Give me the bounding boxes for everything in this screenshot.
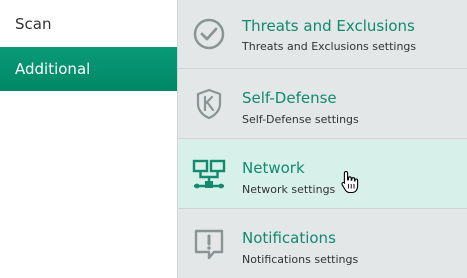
settings-item-notifications[interactable]: Notifications Notifications settings: [178, 210, 467, 278]
settings-item-subtitle: Notifications settings: [242, 253, 359, 266]
settings-window: Scan Additional Threats and Exclusions T…: [0, 0, 467, 278]
settings-item-subtitle: Self-Defense settings: [242, 113, 359, 126]
network-icon: [192, 158, 226, 192]
settings-item-title: Notifications: [242, 229, 336, 247]
sidebar-item-scan[interactable]: Scan: [0, 2, 177, 46]
check-circle-icon: [192, 17, 226, 51]
settings-item-self-defense[interactable]: Self-Defense Self-Defense settings: [178, 70, 467, 139]
exclamation-bubble-icon: [192, 228, 226, 262]
settings-item-network[interactable]: Network Network settings: [178, 140, 467, 209]
hand-cursor-icon: [340, 170, 360, 194]
settings-item-threats-and-exclusions[interactable]: Threats and Exclusions Threats and Exclu…: [178, 0, 467, 69]
sidebar: Scan Additional: [0, 0, 177, 278]
settings-item-title: Self-Defense: [242, 89, 337, 107]
settings-item-title: Network: [242, 159, 305, 177]
settings-item-subtitle: Threats and Exclusions settings: [242, 40, 417, 53]
shield-k-icon: [192, 87, 226, 121]
settings-panel: Threats and Exclusions Threats and Exclu…: [177, 0, 467, 278]
settings-item-title: Threats and Exclusions: [242, 17, 415, 35]
settings-item-subtitle: Network settings: [242, 183, 336, 196]
sidebar-item-additional[interactable]: Additional: [0, 47, 177, 91]
